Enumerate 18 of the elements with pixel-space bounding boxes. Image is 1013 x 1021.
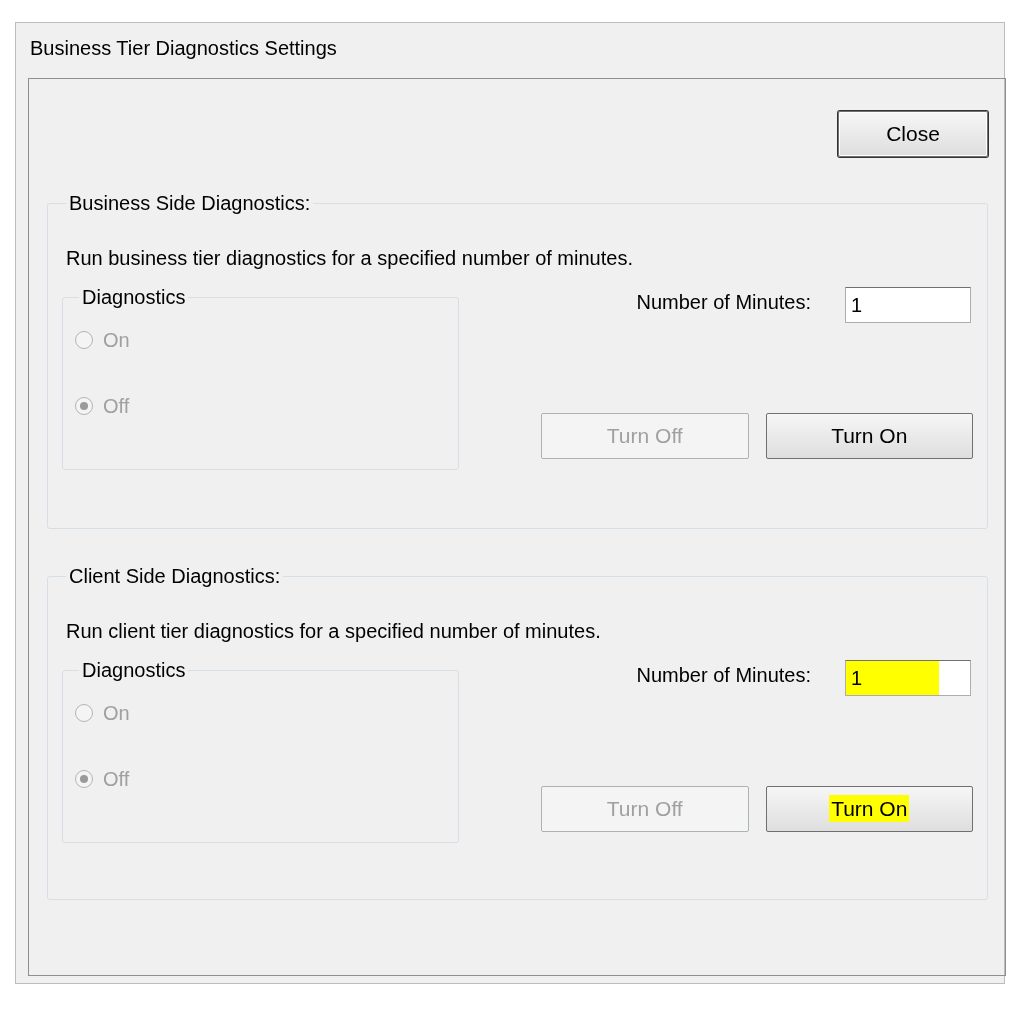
radio-label: On <box>103 328 130 353</box>
radio-label: Off <box>103 394 130 419</box>
turn-on-button[interactable]: Turn On <box>765 413 973 459</box>
group-title: Diagnostics <box>81 658 187 682</box>
radio-label: On <box>103 701 130 726</box>
minutes-field[interactable]: 1 <box>845 660 971 696</box>
group-title: Client Side Diagnostics: <box>68 564 282 588</box>
minutes-field[interactable]: 1 <box>845 287 971 323</box>
turn-on-button[interactable]: Turn On <box>765 786 973 832</box>
close-button[interactable]: Close <box>838 111 988 157</box>
field-label: Number of Minutes: <box>636 290 811 315</box>
radio-label: Off <box>103 767 130 792</box>
description-text: Run client tier diagnostics for a specified number of minutes. <box>66 619 602 644</box>
group-title: Diagnostics <box>81 285 187 309</box>
window-title: Business Tier Diagnostics Settings <box>29 36 338 61</box>
field-label: Number of Minutes: <box>636 663 811 688</box>
description-text: Run business tier diagnostics for a specified number of minutes. <box>66 246 634 271</box>
group-title: Business Side Diagnostics: <box>68 191 312 215</box>
